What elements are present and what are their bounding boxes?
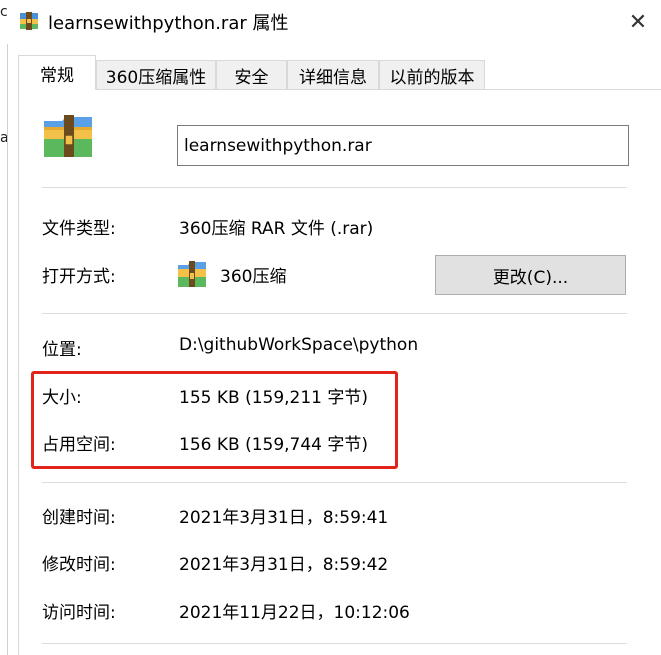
tab-previous-versions[interactable]: 以前的版本: [379, 60, 485, 89]
edge-fragment: c: [0, 4, 8, 20]
divider: [42, 643, 627, 644]
window-border: [7, 44, 8, 655]
divider: [42, 313, 627, 314]
window-title: learnsewithpython.rar 属性: [48, 13, 289, 34]
close-icon: ✕: [628, 9, 648, 35]
file-name-input[interactable]: [177, 125, 629, 166]
title-bar: learnsewithpython.rar 属性 ✕: [0, 0, 661, 44]
close-button[interactable]: ✕: [620, 6, 656, 38]
highlight-box: [31, 371, 398, 469]
tab-details[interactable]: 详细信息: [287, 60, 379, 89]
tab-label: 详细信息: [299, 67, 367, 88]
archive-app-icon: [178, 261, 206, 287]
tab-security[interactable]: 安全: [216, 60, 287, 89]
opens-with-label: 打开方式:: [42, 267, 116, 287]
modified-value: 2021年3月31日，8:59:42: [179, 555, 389, 575]
tab-general[interactable]: 常规: [18, 55, 96, 90]
created-value: 2021年3月31日，8:59:41: [179, 508, 389, 528]
modified-label: 修改时间:: [42, 555, 116, 575]
location-value: D:\githubWorkSpace\python: [179, 335, 419, 355]
tab-360-properties[interactable]: 360压缩属性: [96, 60, 216, 89]
created-label: 创建时间:: [42, 508, 116, 528]
tab-label: 360压缩属性: [105, 67, 207, 88]
archive-icon: [20, 12, 38, 30]
divider: [42, 187, 627, 188]
location-label: 位置:: [42, 340, 82, 360]
file-type-value: 360压缩 RAR 文件 (.rar): [179, 219, 374, 239]
tab-label: 常规: [40, 65, 74, 86]
file-type-label: 文件类型:: [42, 219, 116, 239]
accessed-value: 2021年11月22日，10:12:06: [179, 603, 410, 623]
change-button[interactable]: 更改(C)...: [435, 255, 626, 295]
opens-with-value: 360压缩: [220, 267, 287, 287]
tab-label: 安全: [234, 67, 269, 88]
archive-file-icon: [44, 115, 92, 157]
tab-label: 以前的版本: [389, 67, 475, 88]
accessed-label: 访问时间:: [42, 603, 116, 623]
divider: [42, 482, 627, 483]
